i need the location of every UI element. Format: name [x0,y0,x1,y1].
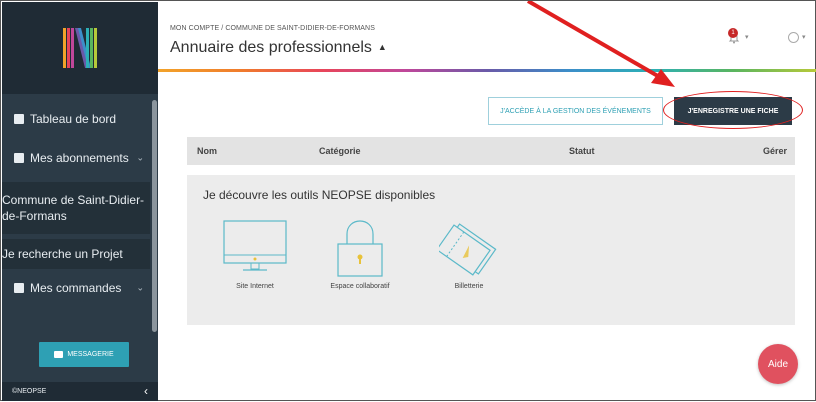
sidebar-footer: ©NEOPSE ‹ [2,382,158,401]
sidebar-item-label: Je recherche un Projet [2,247,123,261]
dashboard-icon [14,114,24,124]
header-color-bar [158,69,816,72]
tool-label: Espace collaboratif [330,283,390,290]
chevron-down-icon: ⌄ [136,152,144,163]
user-avatar-icon[interactable] [788,32,799,43]
messaging-label: MESSAGERIE [67,351,114,358]
collapse-sidebar-icon[interactable]: ‹ [144,384,148,398]
events-management-button[interactable]: J'ACCÈDE À LA GESTION DES ÉVÉNEMENTS [488,97,663,125]
subscriptions-icon [14,153,24,163]
caret-down-icon: ▾ [745,34,749,41]
copyright-label: ©NEOPSE [12,388,47,395]
chevron-down-icon: ⌄ [136,282,144,293]
messaging-button[interactable]: MESSAGERIE [39,342,129,367]
notification-badge: 1 [728,28,738,38]
page-title[interactable]: Annuaire des professionnels ▲ [170,39,387,57]
tickets-icon [435,223,497,276]
tools-panel-title: Je découvre les outils NEOPSE disponible… [203,188,436,202]
monitor-icon [223,220,287,271]
tools-panel: Je découvre les outils NEOPSE disponible… [187,175,795,325]
app-window: Tableau de bord Mes abonnements ⌄ Commun… [0,0,816,401]
tool-label: Site Internet [236,283,274,290]
sidebar-item-label: Mes commandes [30,281,122,295]
column-header-category[interactable]: Catégorie [319,146,361,156]
message-icon [54,351,64,358]
sidebar-item-label: Commune de Saint-Didier-de-Formans [2,193,145,223]
tool-label: Billetterie [454,283,484,290]
sidebar-item-orders[interactable]: Mes commandes ⌄ [2,275,150,301]
tool-collaborative-space[interactable] [310,220,410,283]
sidebar: Tableau de bord Mes abonnements ⌄ Commun… [2,2,158,401]
annotation-highlight-ellipse [663,91,803,129]
tool-website[interactable] [205,220,305,281]
sidebar-item-label: Mes abonnements [30,151,129,165]
padlock-icon [337,220,383,277]
column-header-name[interactable]: Nom [197,146,217,156]
sidebar-item-dashboard[interactable]: Tableau de bord [2,106,150,132]
sidebar-item-projects[interactable]: Je recherche un Projet [2,239,150,269]
neopse-logo-icon[interactable] [2,2,158,94]
orders-icon [14,283,24,293]
breadcrumb[interactable]: MON COMPTE / COMMUNE DE SAINT-DIDIER-DE-… [170,25,375,32]
sidebar-item-label: Tableau de bord [30,112,117,126]
tool-ticketing[interactable] [419,220,519,283]
page-title-text: Annuaire des professionnels [170,39,372,56]
help-button[interactable]: Aide [758,344,798,384]
caret-up-icon: ▲ [377,42,387,52]
sidebar-item-subscriptions[interactable]: Mes abonnements ⌄ [2,145,150,171]
caret-down-icon: ▾ [802,34,806,41]
column-header-manage[interactable]: Gérer [763,146,787,156]
sidebar-item-commune[interactable]: Commune de Saint-Didier-de-Formans [2,182,150,234]
table-header: Nom Catégorie Statut Gérer [187,137,795,165]
sidebar-scrollbar[interactable] [152,100,157,332]
column-header-status[interactable]: Statut [569,146,595,156]
